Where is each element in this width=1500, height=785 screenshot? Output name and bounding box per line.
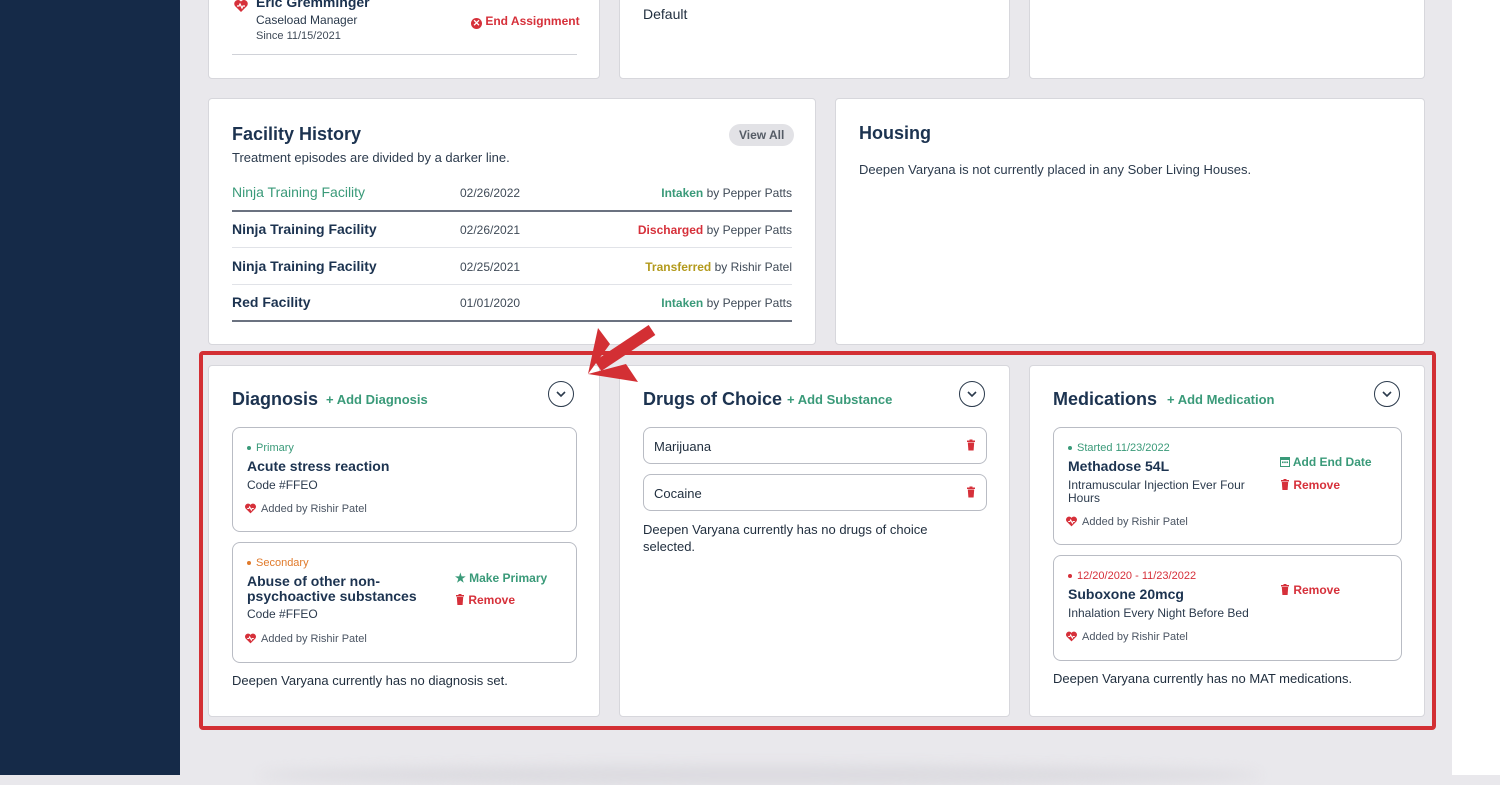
episode-divider [232, 320, 792, 322]
assignee-role: Caseload Manager [256, 13, 358, 27]
top-right-card [1029, 0, 1425, 79]
end-assignment-button[interactable]: ✕ End Assignment [471, 14, 580, 29]
heart-icon [233, 0, 249, 19]
table-row[interactable]: Red Facility 01/01/2020 Intaken by Peppe… [232, 284, 792, 320]
table-row[interactable]: Ninja Training Facility 02/26/2021 Disch… [232, 211, 792, 247]
facility-date: 01/01/2020 [460, 296, 521, 310]
annotation-arrow-icon [588, 325, 656, 382]
default-value: Default [643, 6, 688, 22]
facility-name[interactable]: Ninja Training Facility [232, 258, 377, 274]
sidebar [0, 0, 180, 775]
facility-status: Transferred by Rishir Patel [645, 260, 792, 274]
status-text: Discharged [637, 223, 704, 237]
facility-history-title: Facility History [232, 124, 362, 144]
assignee-since: Since 11/15/2021 [256, 30, 341, 42]
table-row[interactable]: Ninja Training Facility 02/26/2022 Intak… [232, 174, 792, 210]
housing-message: Deepen Varyana is not currently placed i… [859, 162, 1252, 177]
facility-status: Intaken by Pepper Patts [661, 296, 792, 310]
status-text: Transferred [645, 260, 712, 274]
by-label: by [706, 296, 720, 310]
facility-name[interactable]: Red Facility [232, 294, 311, 310]
divider [232, 54, 577, 55]
close-circle-icon: ✕ [471, 18, 482, 29]
by-label: by [706, 186, 720, 200]
status-text: Intaken [661, 296, 704, 310]
status-user: Pepper Patts [722, 296, 792, 310]
facility-name[interactable]: Ninja Training Facility [232, 221, 377, 237]
housing-title: Housing [859, 123, 931, 143]
status-user: Pepper Patts [722, 223, 792, 237]
bottom-shadow [260, 765, 1260, 785]
settings-card: Default [619, 0, 1010, 79]
facility-history-subtitle: Treatment episodes are divided by a dark… [232, 150, 510, 165]
facility-date: 02/25/2021 [460, 260, 521, 274]
view-all-button[interactable]: View All [729, 124, 795, 146]
by-label: by [714, 260, 728, 274]
housing-card: Housing Deepen Varyana is not currently … [835, 98, 1425, 345]
status-text: Intaken [661, 186, 704, 200]
facility-date: 02/26/2021 [460, 223, 521, 237]
assignee-name: Eric Gremminger [256, 0, 370, 10]
status-user: Pepper Patts [722, 186, 792, 200]
facility-name[interactable]: Ninja Training Facility [232, 184, 365, 200]
by-label: by [706, 223, 720, 237]
right-edge-panel [1452, 0, 1500, 775]
status-user: Rishir Patel [730, 260, 792, 274]
facility-status: Intaken by Pepper Patts [661, 186, 792, 200]
table-row[interactable]: Ninja Training Facility 02/25/2021 Trans… [232, 248, 792, 284]
facility-date: 02/26/2022 [460, 186, 521, 200]
highlight-annotation-box [199, 351, 1436, 730]
end-assignment-label: End Assignment [485, 14, 580, 28]
facility-status: Discharged by Pepper Patts [638, 223, 792, 237]
assignment-card: Eric Gremminger Caseload Manager Since 1… [208, 0, 600, 79]
facility-history-card: Facility History View All Treatment epis… [208, 98, 816, 345]
